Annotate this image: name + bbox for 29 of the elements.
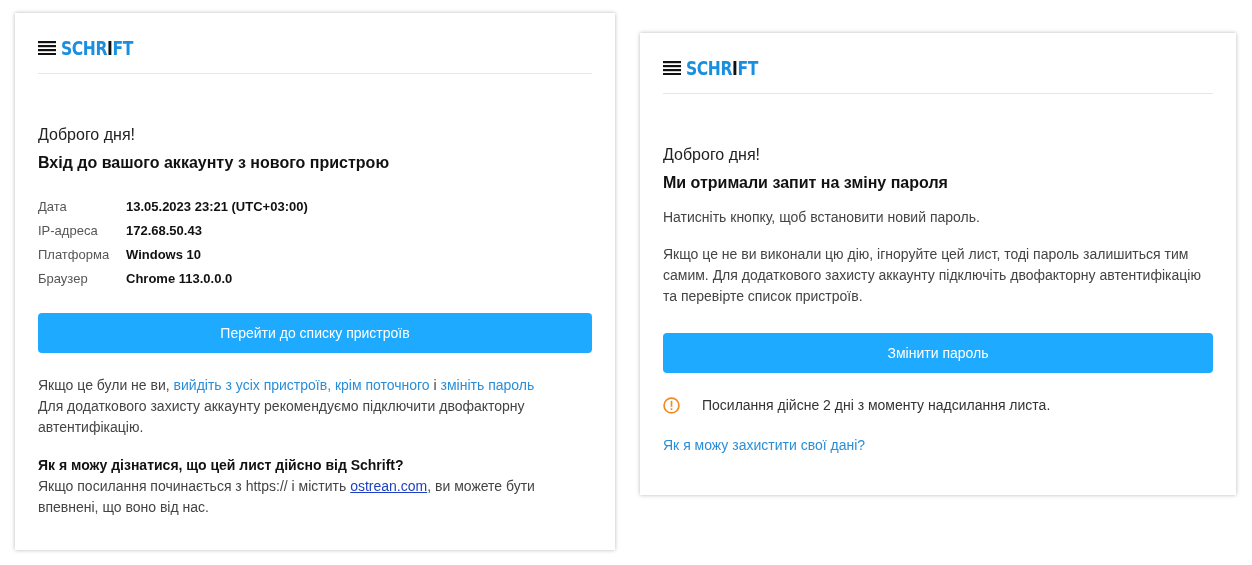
- warning-icon: [663, 397, 680, 414]
- detail-value: Chrome 113.0.0.0: [126, 270, 234, 288]
- detail-value: 172.68.50.43: [126, 222, 203, 240]
- action-button[interactable]: Перейти до списку пристроїв: [38, 313, 592, 353]
- greeting: Доброго дня!: [38, 125, 136, 145]
- question-heading: Як я можу дізнатися, що цей лист дійсно від Schrift?: [38, 456, 405, 475]
- warning-text: Посилання дійсне 2 дні з моменту надсилання листа.: [702, 396, 1051, 415]
- paragraph: Натисніть кнопку, щоб встановити новий пароль.: [663, 208, 981, 227]
- detail-value: Windows 10: [126, 246, 202, 264]
- greeting: Доброго дня!: [663, 145, 761, 165]
- detail-value: 13.05.2023 23:21 (UTC+03:00): [126, 198, 309, 216]
- detail-label: Платформа: [38, 246, 111, 264]
- paragraph: Якщо це не ви виконали цю дію, ігноруйте цей лист, тоді пароль залишиться тим самим. Для додаткового захисту аккаунту підключіть двофакторну автентифікацію та перевірте список пристроїв.: [663, 245, 1202, 306]
- help-link[interactable]: Як я можу захистити свої дані?: [663, 435, 866, 456]
- menu-icon[interactable]: [663, 61, 681, 75]
- link[interactable]: вийдіть з усіх пристроїв, крім поточного: [173, 377, 430, 393]
- paragraph: Для додаткового захисту аккаунту рекомендуємо підключити двофакторну автентифікацію.: [38, 397, 526, 437]
- menu-icon[interactable]: [38, 41, 56, 55]
- paragraph: Якщо це були не ви, вийдіть з усіх пристроїв, крім поточного і змініть пароль: [38, 376, 536, 395]
- detail-label: Браузер: [38, 270, 89, 288]
- logo: SCHRIFT: [61, 37, 133, 59]
- link[interactable]: змініть пароль: [440, 377, 535, 393]
- paragraph: Якщо посилання починається з https:// і містить ostrean.com, ви можете бути впевнені, що воно від нас.: [38, 477, 536, 517]
- detail-label: IP-адреса: [38, 222, 99, 240]
- logo: SCHRIFT: [686, 57, 758, 79]
- heading: Вхід до вашого аккаунту з нового пристрою: [38, 153, 391, 173]
- heading: Ми отримали запит на зміну пароля: [663, 173, 949, 193]
- action-button[interactable]: Змінити пароль: [663, 333, 1213, 373]
- detail-label: Дата: [38, 198, 68, 216]
